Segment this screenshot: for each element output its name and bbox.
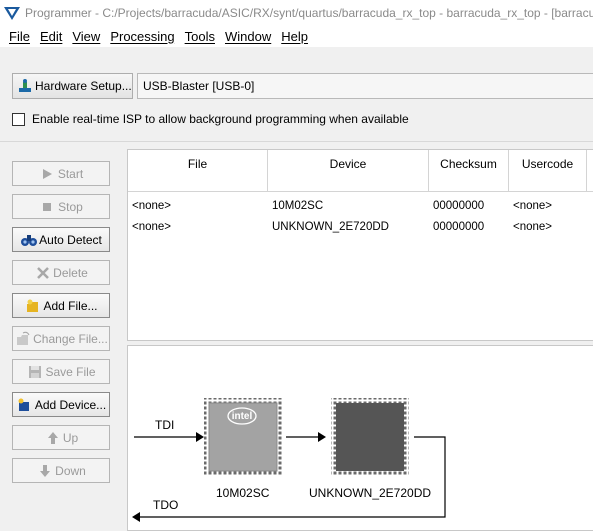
menu-window[interactable]: Window bbox=[220, 29, 276, 44]
chip-10m02sc[interactable]: intel bbox=[204, 398, 282, 476]
hardware-setup-label: Hardware Setup... bbox=[35, 79, 132, 93]
hardware-setup-button[interactable]: Hardware Setup... bbox=[12, 73, 133, 99]
hardware-selected-value: USB-Blaster [USB-0] bbox=[143, 79, 255, 93]
cell-checksum: 00000000 bbox=[433, 220, 485, 233]
cell-device: 10M02SC bbox=[272, 199, 324, 212]
table-row[interactable]: <none> 10M02SC 00000000 <none> bbox=[128, 195, 593, 216]
up-label: Up bbox=[62, 430, 79, 445]
cell-file: <none> bbox=[132, 199, 172, 212]
cell-file: <none> bbox=[132, 220, 172, 233]
add-file-label: Add File... bbox=[43, 298, 98, 313]
stop-label: Stop bbox=[58, 199, 83, 214]
cell-usercode: <none> bbox=[513, 220, 553, 233]
cell-device: UNKNOWN_2E720DD bbox=[272, 220, 389, 233]
cell-usercode: <none> bbox=[513, 199, 553, 212]
column-header-checksum[interactable]: Checksum bbox=[429, 150, 509, 191]
down-label: Down bbox=[55, 463, 86, 478]
jtag-chain-panel: intel TDI TDO 10M02SC UNKNOWN_2E720DD bbox=[127, 345, 593, 531]
divider bbox=[0, 141, 593, 142]
up-button[interactable]: Up bbox=[12, 425, 110, 450]
menu-edit[interactable]: Edit bbox=[35, 29, 67, 44]
change-file-label: Change File... bbox=[33, 331, 108, 346]
action-panel: Start Stop Auto Detect Delete Add File..… bbox=[4, 149, 120, 531]
tdi-label: TDI bbox=[155, 418, 175, 432]
chip-unknown-2e720dd[interactable] bbox=[331, 398, 409, 476]
menu-help[interactable]: Help bbox=[276, 29, 313, 44]
delete-button[interactable]: Delete bbox=[12, 260, 110, 285]
chain-arrow-icon bbox=[318, 432, 326, 442]
save-file-label: Save File bbox=[45, 364, 96, 379]
device-label-10m02sc: 10M02SC bbox=[216, 486, 270, 500]
isp-checkbox[interactable] bbox=[12, 112, 25, 126]
add-device-label: Add Device... bbox=[34, 397, 107, 412]
cell-checksum: 00000000 bbox=[433, 199, 485, 212]
title-bar: Programmer - C:/Projects/barracuda/ASIC/… bbox=[0, 0, 593, 25]
menu-file[interactable]: File bbox=[0, 29, 35, 44]
hardware-selected-field: USB-Blaster [USB-0] bbox=[137, 73, 593, 99]
change-file-button[interactable]: Change File... bbox=[12, 326, 110, 351]
up-arrow-icon bbox=[47, 431, 58, 444]
column-header-file[interactable]: File bbox=[128, 150, 268, 191]
menu-processing[interactable]: Processing bbox=[105, 29, 179, 44]
table-header: File Device Checksum Usercode bbox=[128, 150, 593, 192]
jtag-chain-diagram: intel bbox=[132, 398, 446, 522]
delete-label: Delete bbox=[53, 265, 88, 280]
isp-option[interactable]: Enable real-time ISP to allow background… bbox=[12, 112, 409, 126]
intel-logo-text: intel bbox=[232, 411, 253, 422]
isp-label: Enable real-time ISP to allow background… bbox=[32, 112, 409, 126]
add-file-button[interactable]: Add File... bbox=[12, 293, 110, 318]
column-header-device[interactable]: Device bbox=[268, 150, 429, 191]
down-button[interactable]: Down bbox=[12, 458, 110, 483]
add-device-button[interactable]: Add Device... bbox=[12, 392, 110, 417]
device-label-unknown: UNKNOWN_2E720DD bbox=[309, 486, 432, 500]
save-icon bbox=[29, 365, 42, 378]
stop-icon bbox=[43, 202, 52, 211]
auto-detect-label: Auto Detect bbox=[39, 232, 102, 247]
down-arrow-icon bbox=[40, 464, 51, 477]
device-table: File Device Checksum Usercode <none> 10M… bbox=[127, 149, 593, 341]
tdo-label: TDO bbox=[153, 498, 179, 512]
play-icon bbox=[42, 168, 52, 179]
delete-x-icon bbox=[37, 266, 50, 279]
menu-bar: File Edit View Processing Tools Window H… bbox=[0, 25, 593, 47]
save-file-button[interactable]: Save File bbox=[12, 359, 110, 384]
table-row[interactable]: <none> UNKNOWN_2E720DD 00000000 <none> bbox=[128, 216, 593, 237]
window-title: Programmer - C:/Projects/barracuda/ASIC/… bbox=[25, 5, 593, 20]
menu-tools[interactable]: Tools bbox=[180, 29, 220, 44]
auto-detect-button[interactable]: Auto Detect bbox=[12, 227, 110, 252]
start-label: Start bbox=[57, 166, 84, 181]
add-device-icon bbox=[18, 398, 29, 411]
binoculars-icon bbox=[21, 234, 38, 246]
change-file-icon bbox=[17, 331, 30, 345]
menu-view[interactable]: View bbox=[67, 29, 105, 44]
add-file-icon bbox=[27, 299, 39, 312]
quartus-app-icon bbox=[4, 6, 20, 20]
hardware-icon bbox=[19, 79, 31, 92]
tdi-arrow-icon bbox=[196, 432, 204, 442]
start-button[interactable]: Start bbox=[12, 161, 110, 186]
stop-button[interactable]: Stop bbox=[12, 194, 110, 219]
tdo-arrow-icon bbox=[132, 512, 140, 522]
column-header-usercode[interactable]: Usercode bbox=[509, 150, 587, 191]
